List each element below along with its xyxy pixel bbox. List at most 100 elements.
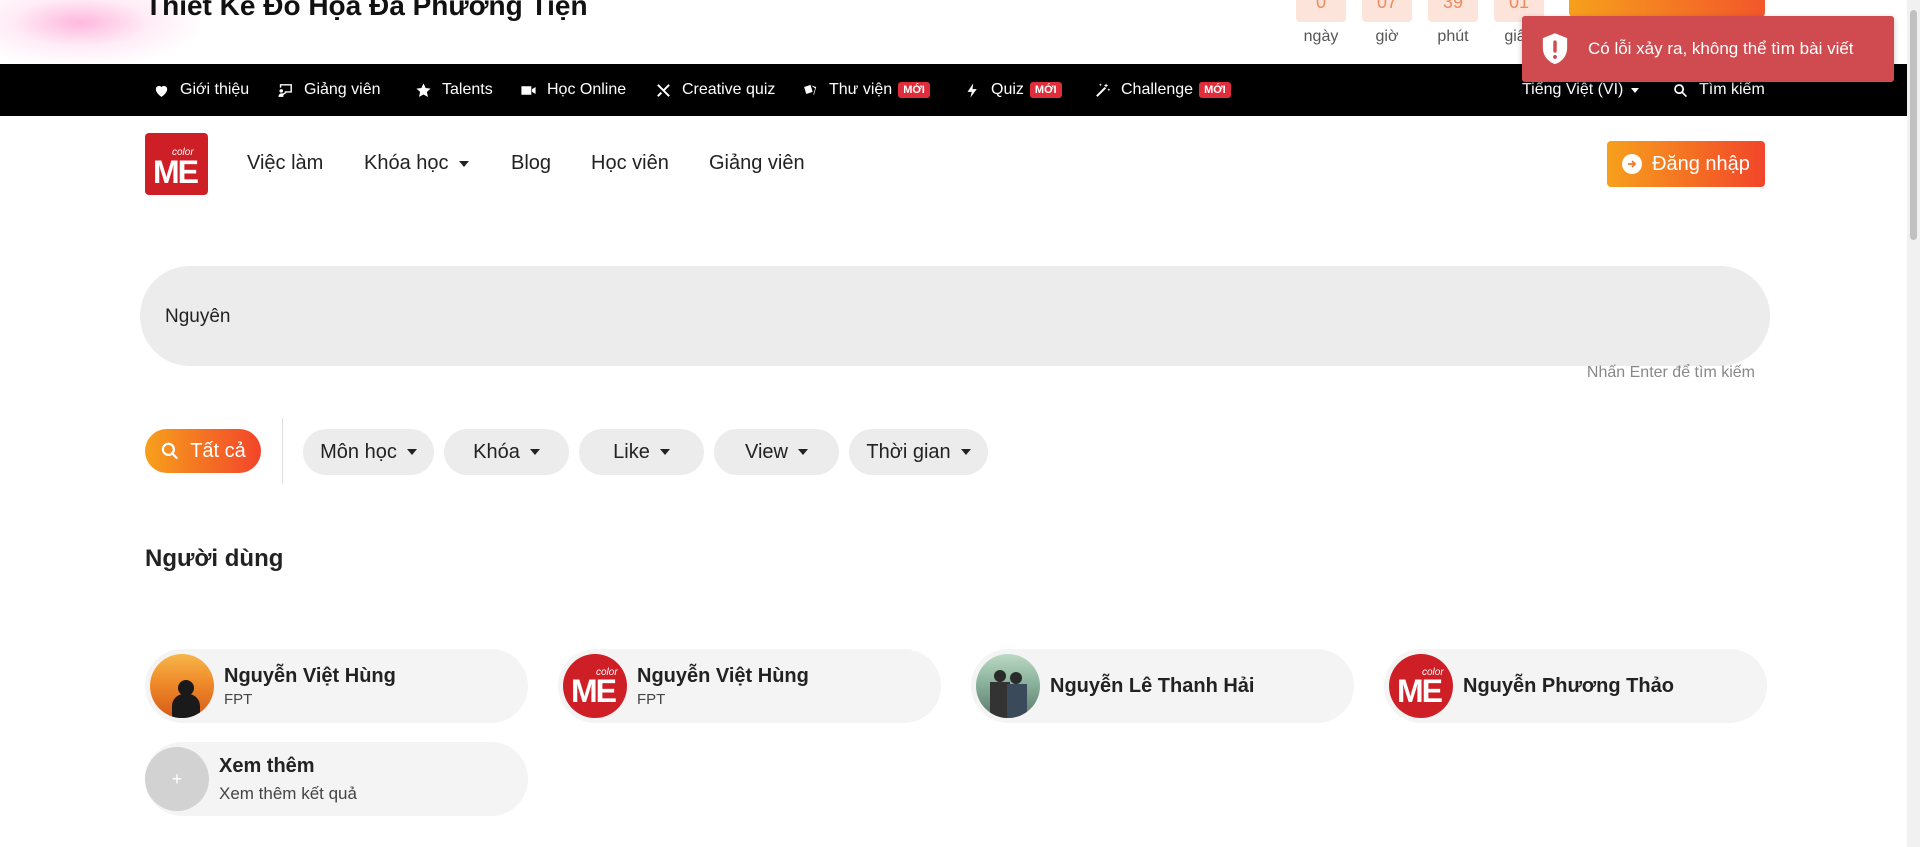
filter-thoi-gian[interactable]: Thời gian bbox=[849, 429, 988, 475]
brand-logo[interactable]: color ME bbox=[145, 133, 208, 195]
filter-mon-hoc[interactable]: Môn học bbox=[303, 429, 434, 475]
cards-icon bbox=[804, 84, 817, 95]
search-box bbox=[140, 266, 1770, 366]
new-badge: MỚI bbox=[898, 82, 930, 98]
arrow-right-circle-icon bbox=[1622, 154, 1643, 174]
user-card[interactable]: Nguyễn Việt Hùng FPT bbox=[145, 649, 528, 723]
promo-title: Thiết Kế Đồ Họa Đa Phương Tiện bbox=[145, 0, 588, 21]
topnav-item-gioi-thieu[interactable]: Giới thiệu bbox=[153, 64, 249, 116]
filter-view[interactable]: View bbox=[714, 429, 839, 475]
avatar: color ME bbox=[1389, 654, 1453, 718]
countdown-hours-label: giờ bbox=[1375, 28, 1399, 45]
countdown-days: 0 ngày bbox=[1288, 0, 1354, 46]
mainnav-giang-vien[interactable]: Giảng viên bbox=[709, 152, 805, 175]
filter-label: Like bbox=[613, 440, 650, 463]
topnav-item-creative-quiz[interactable]: Creative quiz bbox=[655, 64, 775, 116]
plus-icon: + bbox=[145, 747, 209, 811]
user-organization: FPT bbox=[637, 690, 666, 708]
topnav-search-label: Tìm kiếm bbox=[1699, 81, 1765, 98]
login-button[interactable]: Đăng nhập bbox=[1607, 141, 1765, 187]
topnav-item-label: Giảng viên bbox=[304, 81, 381, 98]
user-card[interactable]: color ME Nguyễn Việt Hùng FPT bbox=[558, 649, 941, 723]
chevron-down-icon bbox=[659, 449, 670, 455]
shield-alert-icon bbox=[1542, 33, 1568, 65]
filter-khoa[interactable]: Khóa bbox=[444, 429, 569, 475]
logo-big-text: ME bbox=[1397, 673, 1443, 709]
chevron-down-icon bbox=[798, 449, 808, 455]
countdown-days-value: 0 bbox=[1296, 0, 1346, 22]
mainnav-khoa-hoc-label: Khóa học bbox=[364, 152, 449, 174]
mainnav-viec-lam[interactable]: Việc làm bbox=[247, 152, 323, 175]
topnav-item-label: Giới thiệu bbox=[180, 81, 250, 98]
topnav-item-quiz[interactable]: Quiz MỚI bbox=[964, 64, 1062, 116]
logo-big-text: ME bbox=[571, 673, 617, 709]
chevron-down-icon bbox=[529, 449, 540, 455]
video-icon bbox=[521, 85, 536, 95]
countdown: 0 ngày 07 giờ 39 phút 01 giây bbox=[1288, 0, 1552, 46]
topnav-item-talents[interactable]: Talents bbox=[415, 64, 493, 116]
star-icon bbox=[416, 82, 431, 97]
page-scrollbar[interactable] bbox=[1907, 0, 1920, 847]
toast-message: Có lỗi xảy ra, không thể tìm bài viết bbox=[1588, 39, 1854, 58]
countdown-hours-value: 07 bbox=[1362, 0, 1412, 22]
filter-all-label: Tất cả bbox=[190, 439, 246, 462]
chevron-down-icon bbox=[406, 449, 417, 455]
mainnav-blog[interactable]: Blog bbox=[511, 152, 551, 175]
tools-icon bbox=[657, 83, 670, 97]
magic-wand-icon bbox=[1096, 82, 1111, 97]
filter-label: Thời gian bbox=[866, 440, 951, 463]
user-name: Nguyễn Việt Hùng bbox=[224, 664, 396, 687]
mainnav-khoa-hoc[interactable]: Khóa học bbox=[364, 152, 469, 175]
see-more-subtitle: Xem thêm kết quả bbox=[219, 783, 357, 803]
mainnav-hoc-vien[interactable]: Học viên bbox=[591, 152, 669, 175]
error-toast[interactable]: Có lỗi xảy ra, không thể tìm bài viết bbox=[1522, 16, 1894, 82]
scrollbar-thumb[interactable] bbox=[1910, 10, 1917, 240]
chevron-down-icon bbox=[1631, 87, 1640, 93]
filter-all-button[interactable]: Tất cả bbox=[145, 429, 261, 473]
user-card[interactable]: Nguyễn Lê Thanh Hải bbox=[971, 649, 1354, 723]
login-label: Đăng nhập bbox=[1652, 152, 1750, 175]
user-organization: FPT bbox=[224, 690, 253, 708]
users-section-title: Người dùng bbox=[145, 545, 284, 572]
avatar bbox=[150, 654, 214, 718]
search-icon bbox=[1674, 83, 1688, 97]
new-badge: MỚI bbox=[1029, 82, 1062, 98]
topnav-item-thu-vien[interactable]: Thư viện MỚI bbox=[802, 64, 930, 116]
filter-label: View bbox=[745, 440, 788, 463]
topnav-item-label: Thư viện bbox=[829, 81, 893, 98]
chevron-down-icon bbox=[960, 449, 971, 455]
topnav-item-challenge[interactable]: Challenge MỚI bbox=[1094, 64, 1231, 116]
language-label: Tiếng Việt (VI) bbox=[1522, 81, 1624, 98]
countdown-minutes: 39 phút bbox=[1420, 0, 1486, 46]
avatar: color ME bbox=[563, 654, 627, 718]
search-input[interactable] bbox=[165, 302, 1665, 332]
user-card[interactable]: color ME Nguyễn Phương Thảo bbox=[1384, 649, 1767, 723]
see-more-card[interactable]: + Xem thêm Xem thêm kết quả bbox=[145, 742, 528, 816]
countdown-hours: 07 giờ bbox=[1354, 0, 1420, 46]
logo-big-text: ME bbox=[153, 154, 199, 190]
topnav-item-hoc-online[interactable]: Học Online bbox=[520, 64, 626, 116]
search-hint: Nhấn Enter để tìm kiếm bbox=[1586, 364, 1755, 381]
user-name: Nguyễn Phương Thảo bbox=[1463, 674, 1674, 697]
topnav-item-label: Talents bbox=[442, 81, 493, 98]
filter-like[interactable]: Like bbox=[579, 429, 704, 475]
topnav-item-label: Quiz bbox=[991, 81, 1024, 98]
topnav-item-label: Học Online bbox=[547, 81, 627, 98]
user-name: Nguyễn Việt Hùng bbox=[637, 664, 809, 687]
new-badge: MỚI bbox=[1199, 82, 1231, 98]
filter-divider bbox=[282, 418, 283, 484]
avatar bbox=[976, 654, 1040, 718]
topnav-item-label: Creative quiz bbox=[682, 81, 776, 98]
user-name: Nguyễn Lê Thanh Hải bbox=[1050, 674, 1255, 697]
topnav-item-giang-vien[interactable]: Giảng viên bbox=[277, 64, 381, 116]
topnav-item-label: Challenge bbox=[1121, 81, 1194, 98]
filter-label: Môn học bbox=[320, 440, 397, 463]
see-more-title: Xem thêm bbox=[219, 754, 315, 777]
filter-label: Khóa bbox=[473, 440, 520, 463]
bolt-icon bbox=[967, 82, 977, 98]
countdown-minutes-value: 39 bbox=[1428, 0, 1478, 22]
search-icon bbox=[161, 442, 179, 460]
chevron-down-icon bbox=[458, 160, 469, 167]
countdown-days-label: ngày bbox=[1303, 28, 1339, 45]
teacher-icon bbox=[278, 83, 292, 97]
